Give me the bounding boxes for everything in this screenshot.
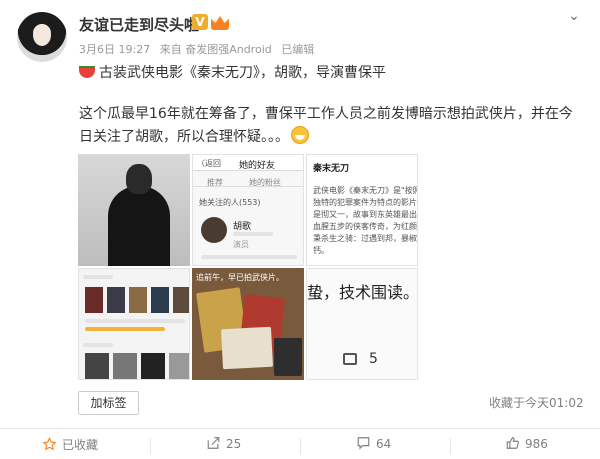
- repost-button[interactable]: 25: [206, 436, 241, 456]
- chevron-down-icon[interactable]: ⌄: [564, 8, 584, 24]
- poster-8: [141, 353, 165, 379]
- thumb2-name: 胡歌: [233, 222, 252, 232]
- grin-emoji-icon: [291, 126, 309, 144]
- author-name[interactable]: 友谊已走到尽头啦: [79, 14, 199, 35]
- thumb3-line-3: 是彻又一，故事到东英雄最出的传: [313, 210, 417, 219]
- thumb2-sub: 演员: [233, 240, 249, 249]
- image-thumbnail-5[interactable]: 追前午，早已拍武侠片。: [192, 268, 304, 380]
- poster-5: [173, 287, 189, 313]
- repost-icon: [207, 437, 220, 449]
- poster-3: [129, 287, 147, 313]
- avatar-face: [33, 24, 51, 46]
- thumb6-count: 5: [369, 351, 378, 367]
- thumb6-text: 蛰，技术围读。: [307, 283, 418, 302]
- verified-icon: V: [192, 14, 208, 30]
- poster-9: [169, 353, 189, 379]
- star-icon: [42, 437, 57, 451]
- book-3: [220, 326, 274, 370]
- comment-bubble-icon: [357, 437, 370, 450]
- post-text-line1: 古装武侠电影《秦末无刀》，胡歌，导演曹保平: [79, 62, 386, 84]
- image-thumbnail-6[interactable]: 蛰，技术围读。 5: [306, 268, 418, 380]
- vip-crown-icon: [211, 14, 229, 30]
- post-date[interactable]: 3月6日 19:27: [79, 43, 150, 56]
- watermelon-icon: [79, 66, 95, 78]
- post-text-line3-content: 日关注了胡歌，所以合理怀疑。。。: [79, 129, 289, 145]
- action-separator-1: [150, 438, 151, 454]
- poster-6: [85, 353, 109, 379]
- poster-1: [85, 287, 103, 313]
- add-tag-button[interactable]: 加标签: [78, 391, 139, 415]
- thumbs-up-icon: [506, 437, 519, 449]
- thumb2-follow-count: 她关注的人(553): [199, 198, 261, 207]
- thumb2-tab-1: 推荐: [207, 178, 223, 187]
- action-separator-2: [300, 438, 301, 454]
- thumb3-line-1: 武侠电影《秦末无刀》是"按照曹: [313, 186, 418, 195]
- comment-icon: [343, 353, 357, 365]
- repost-count: 25: [226, 437, 242, 451]
- thumb3-title: 秦末无刀: [313, 164, 350, 174]
- poster-7: [113, 353, 137, 379]
- favorited-time: 收藏于今天01:02: [489, 396, 584, 410]
- like-count: 986: [525, 437, 548, 451]
- thumb3-line-2: 独特的犯罪案件为特点的影片": [313, 198, 418, 207]
- post-text-line2: 这个瓜最早16年就在筹备了，曹保平工作人员之前发博暗示想拍武侠片，并在今: [79, 106, 573, 122]
- image-thumbnail-2[interactable]: 〈返回 她的好友 推荐 她的粉丝 她关注的人(553) 胡歌 演员: [192, 154, 304, 266]
- post-meta: 3月6日 19:27 来自 奋发图强Android 已编辑: [79, 41, 320, 57]
- thumb3-line-4: 血腥五步的侠客传奇，为红颜一怒: [313, 222, 417, 231]
- image-grid: 〈返回 她的好友 推荐 她的粉丝 她关注的人(553) 胡歌 演员 秦末无刀 武…: [78, 154, 418, 380]
- action-divider: [0, 428, 600, 429]
- book-4: [274, 338, 302, 376]
- favorite-button[interactable]: 已收藏: [42, 436, 98, 456]
- action-separator-3: [450, 438, 451, 454]
- poster-4: [151, 287, 169, 313]
- image-thumbnail-4[interactable]: [78, 268, 190, 380]
- thumb2-title: 她的好友: [239, 161, 276, 171]
- thumb2-back: 〈返回: [197, 159, 221, 168]
- weibo-post-card: 友谊已走到尽头啦 V ⌄ 3月6日 19:27 来自 奋发图强Android 已…: [0, 0, 600, 459]
- author-avatar[interactable]: [17, 12, 67, 62]
- thumb3-line-6: 钙。: [313, 246, 329, 255]
- comment-button[interactable]: 64: [356, 436, 391, 456]
- man-in-hoodie-image: [108, 158, 170, 266]
- post-text-line1-content: 古装武侠电影《秦末无刀》，胡歌，导演曹保平: [99, 65, 386, 81]
- thumb2-avatar: [201, 217, 227, 243]
- thumb3-line-5: 秉杀生之骑：过遇到邦，暴椒: [313, 234, 417, 243]
- image-thumbnail-3[interactable]: 秦末无刀 武侠电影《秦末无刀》是"按照曹 独特的犯罪案件为特点的影片" 是彻又一…: [306, 154, 418, 266]
- post-text-line3: 日关注了胡歌，所以合理怀疑。。。: [79, 126, 309, 148]
- post-source[interactable]: 来自 奋发图强Android: [160, 43, 272, 56]
- favorite-label: 已收藏: [62, 438, 99, 452]
- post-edited[interactable]: 已编辑: [281, 43, 314, 56]
- image-thumbnail-1[interactable]: [78, 154, 190, 266]
- poster-2: [107, 287, 125, 313]
- thumb2-tab-2: 她的粉丝: [249, 178, 281, 187]
- comment-count: 64: [376, 437, 392, 451]
- like-button[interactable]: 986: [505, 436, 548, 456]
- thumb5-caption: 追前午，早已拍武侠片。: [196, 273, 284, 282]
